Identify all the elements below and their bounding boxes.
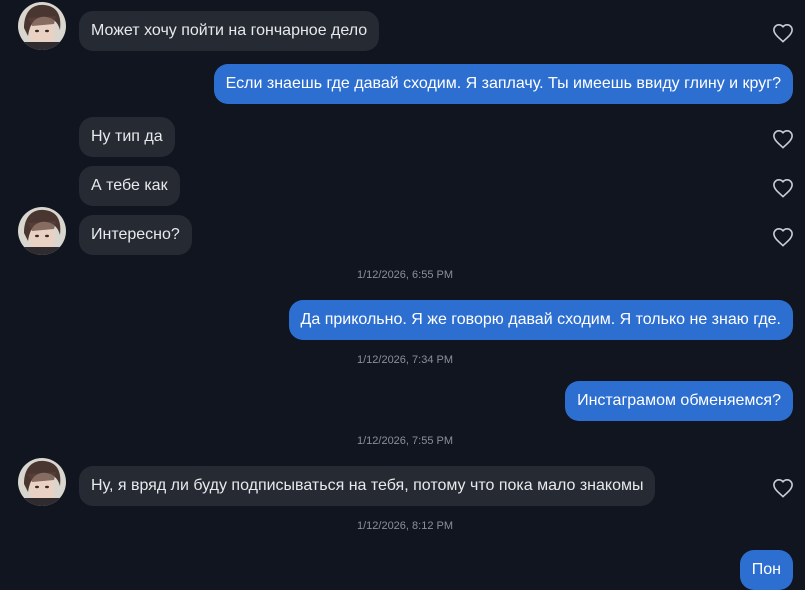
contact-avatar[interactable] — [18, 207, 66, 255]
like-heart-icon[interactable] — [772, 478, 794, 498]
message-outgoing[interactable]: Да прикольно. Я же говорю давай сходим. … — [288, 300, 793, 340]
like-heart-icon[interactable] — [772, 178, 794, 198]
message-timestamp: 1/12/2026, 8:12 PM — [356, 520, 453, 532]
message-incoming[interactable]: Может хочу пойти на гончарное дело — [79, 11, 380, 51]
message-outgoing[interactable]: Пон — [739, 550, 793, 590]
message-timestamp: 1/12/2026, 7:55 PM — [356, 435, 453, 447]
message-incoming[interactable]: Ну, я вряд ли буду подписываться на тебя… — [79, 466, 656, 506]
message-incoming[interactable]: Интересно? — [79, 215, 192, 255]
message-outgoing[interactable]: Инстаграмом обменяемся? — [565, 381, 793, 421]
avatar-image — [18, 207, 66, 255]
contact-avatar[interactable] — [18, 2, 66, 50]
like-heart-icon[interactable] — [772, 227, 794, 247]
message-incoming[interactable]: А тебе как — [79, 166, 180, 206]
avatar-image — [18, 458, 66, 506]
chat-thread[interactable]: Может хочу пойти на гончарное дело Если … — [0, 0, 805, 590]
message-timestamp: 1/12/2026, 7:34 PM — [356, 354, 453, 366]
like-heart-icon[interactable] — [772, 129, 794, 149]
like-heart-icon[interactable] — [772, 23, 794, 43]
message-outgoing[interactable]: Если знаешь где давай сходим. Я заплачу.… — [213, 64, 793, 104]
message-timestamp: 1/12/2026, 6:55 PM — [356, 269, 453, 281]
contact-avatar[interactable] — [18, 458, 66, 506]
avatar-image — [18, 2, 66, 50]
message-incoming[interactable]: Ну тип да — [79, 117, 175, 157]
